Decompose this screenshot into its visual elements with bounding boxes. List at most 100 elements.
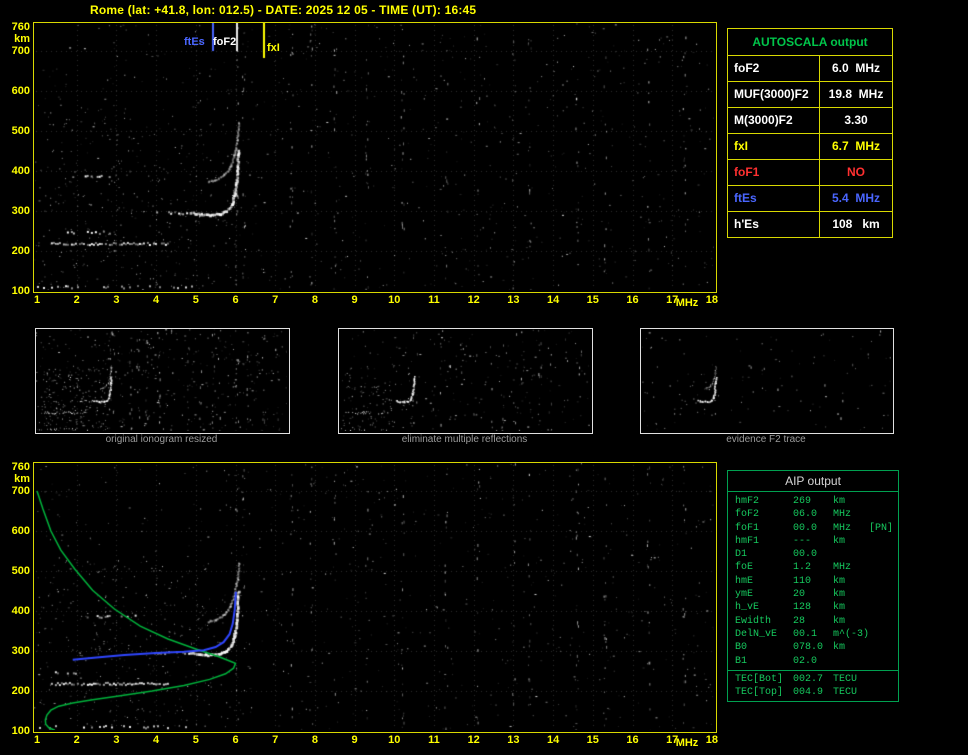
- autoscala-row: MUF(3000)F219.8 MHz: [728, 82, 892, 108]
- recorded-ionogram-plot: [33, 22, 717, 293]
- aip-param: hmF1: [728, 535, 793, 548]
- thumbnail-caption: evidence F2 trace: [640, 434, 892, 445]
- aip-unit: MHz: [833, 561, 869, 574]
- aip-unit: MHz: [833, 522, 869, 535]
- autoscala-output-rows: foF26.0 MHzMUF(3000)F219.8 MHzM(3000)F23…: [728, 56, 892, 237]
- autoscala-param: fxI: [728, 134, 820, 159]
- aip-row: foF100.0MHz[PN]: [728, 522, 898, 535]
- aip-row: hmE110km: [728, 575, 898, 588]
- autoscala-param: MUF(3000)F2: [728, 82, 820, 107]
- thumbnail-eliminate-reflections: [338, 328, 593, 434]
- x-tick-label: 18: [701, 734, 723, 746]
- y-tick-label: 700: [4, 485, 30, 497]
- autoscala-value: NO: [820, 160, 892, 185]
- x-tick-label: 9: [344, 734, 366, 746]
- autoscala-row: ftEs5.4 MHz: [728, 186, 892, 212]
- aip-extra: [869, 575, 898, 588]
- aip-param: ymE: [728, 588, 793, 601]
- aip-value: 20: [793, 588, 833, 601]
- aip-value: 128: [793, 601, 833, 614]
- x-tick-label: 1: [26, 734, 48, 746]
- y-tick-label: 600: [4, 85, 30, 97]
- aip-extra: [869, 588, 898, 601]
- aip-extra: [869, 673, 898, 686]
- y-tick-label: 400: [4, 605, 30, 617]
- aip-value: 1.2: [793, 561, 833, 574]
- y-tick-label: 600: [4, 525, 30, 537]
- autoscala-value: 6.7 MHz: [820, 134, 892, 159]
- aip-value: 004.9: [793, 686, 833, 699]
- aip-extra: [869, 561, 898, 574]
- aip-value: 02.0: [793, 655, 833, 668]
- aip-row: hmF1---km: [728, 535, 898, 548]
- x-axis-unit: MHz: [672, 737, 702, 749]
- y-tick-label: 200: [4, 245, 30, 257]
- x-tick-label: 2: [66, 294, 88, 306]
- y-tick-label: 700: [4, 45, 30, 57]
- aip-param: hmE: [728, 575, 793, 588]
- x-tick-label: 11: [423, 294, 445, 306]
- aip-value: 110: [793, 575, 833, 588]
- autoscala-screen: Rome (lat: +41.8, lon: 012.5) - DATE: 20…: [0, 0, 968, 755]
- profile-ionogram-canvas: [34, 463, 714, 730]
- aip-extra: [869, 641, 898, 654]
- aip-value: 00.1: [793, 628, 833, 641]
- y-tick-label: 760: [4, 461, 30, 473]
- x-tick-label: 4: [145, 734, 167, 746]
- aip-row: foF206.0MHz: [728, 508, 898, 521]
- x-tick-label: 11: [423, 734, 445, 746]
- aip-tec-row: TEC[Top]004.9TECU: [728, 686, 898, 699]
- x-tick-label: 14: [542, 294, 564, 306]
- aip-value: 002.7: [793, 673, 833, 686]
- x-tick-label: 7: [264, 294, 286, 306]
- x-tick-label: 13: [502, 734, 524, 746]
- aip-param: TEC[Bot]: [728, 673, 793, 686]
- aip-value: 269: [793, 495, 833, 508]
- aip-param: D1: [728, 548, 793, 561]
- aip-unit: km: [833, 495, 869, 508]
- thumbnail-original-ionogram-canvas: [36, 329, 287, 431]
- aip-row: D100.0: [728, 548, 898, 561]
- x-tick-label: 3: [105, 734, 127, 746]
- aip-value: 00.0: [793, 548, 833, 561]
- aip-param: foE: [728, 561, 793, 574]
- autoscala-output-header: AUTOSCALA output: [728, 29, 892, 56]
- autoscala-output-table: AUTOSCALA output foF26.0 MHzMUF(3000)F21…: [727, 28, 893, 238]
- aip-row: B0078.0km: [728, 641, 898, 654]
- aip-param: foF1: [728, 522, 793, 535]
- thumbnail-evidence-f2-trace-canvas: [641, 329, 891, 431]
- thumbnail-caption: eliminate multiple reflections: [338, 434, 591, 445]
- aip-unit: TECU: [833, 673, 869, 686]
- autoscala-value: 5.4 MHz: [820, 186, 892, 211]
- aip-extra: [869, 655, 898, 668]
- x-tick-label: 16: [622, 734, 644, 746]
- x-tick-label: 5: [185, 294, 207, 306]
- y-tick-label: 760: [4, 21, 30, 33]
- x-tick-label: 1: [26, 294, 48, 306]
- thumbnail-eliminate-reflections-canvas: [339, 329, 590, 431]
- profile-ionogram-plot: [33, 462, 717, 733]
- aip-param: B0: [728, 641, 793, 654]
- x-tick-label: 8: [304, 734, 326, 746]
- autoscala-param: foF2: [728, 56, 820, 81]
- aip-row: DelN_vE00.1m^(-3): [728, 628, 898, 641]
- aip-unit: MHz: [833, 508, 869, 521]
- aip-param: foF2: [728, 508, 793, 521]
- aip-extra: [PN]: [869, 522, 898, 535]
- x-tick-label: 18: [701, 294, 723, 306]
- x-tick-label: 12: [463, 734, 485, 746]
- aip-output-rows: hmF2269kmfoF206.0MHzfoF100.0MHz[PN]hmF1-…: [728, 492, 898, 670]
- aip-unit: m^(-3): [833, 628, 869, 641]
- aip-extra: [869, 535, 898, 548]
- aip-unit: [833, 655, 869, 668]
- y-tick-label: 200: [4, 685, 30, 697]
- x-tick-label: 6: [225, 734, 247, 746]
- autoscala-value: 6.0 MHz: [820, 56, 892, 81]
- marker-label-fxi: fxI: [267, 42, 280, 54]
- y-tick-label: 500: [4, 125, 30, 137]
- x-tick-label: 6: [225, 294, 247, 306]
- x-tick-label: 10: [383, 294, 405, 306]
- autoscala-row: fxI6.7 MHz: [728, 134, 892, 160]
- x-tick-label: 16: [622, 294, 644, 306]
- aip-unit: km: [833, 615, 869, 628]
